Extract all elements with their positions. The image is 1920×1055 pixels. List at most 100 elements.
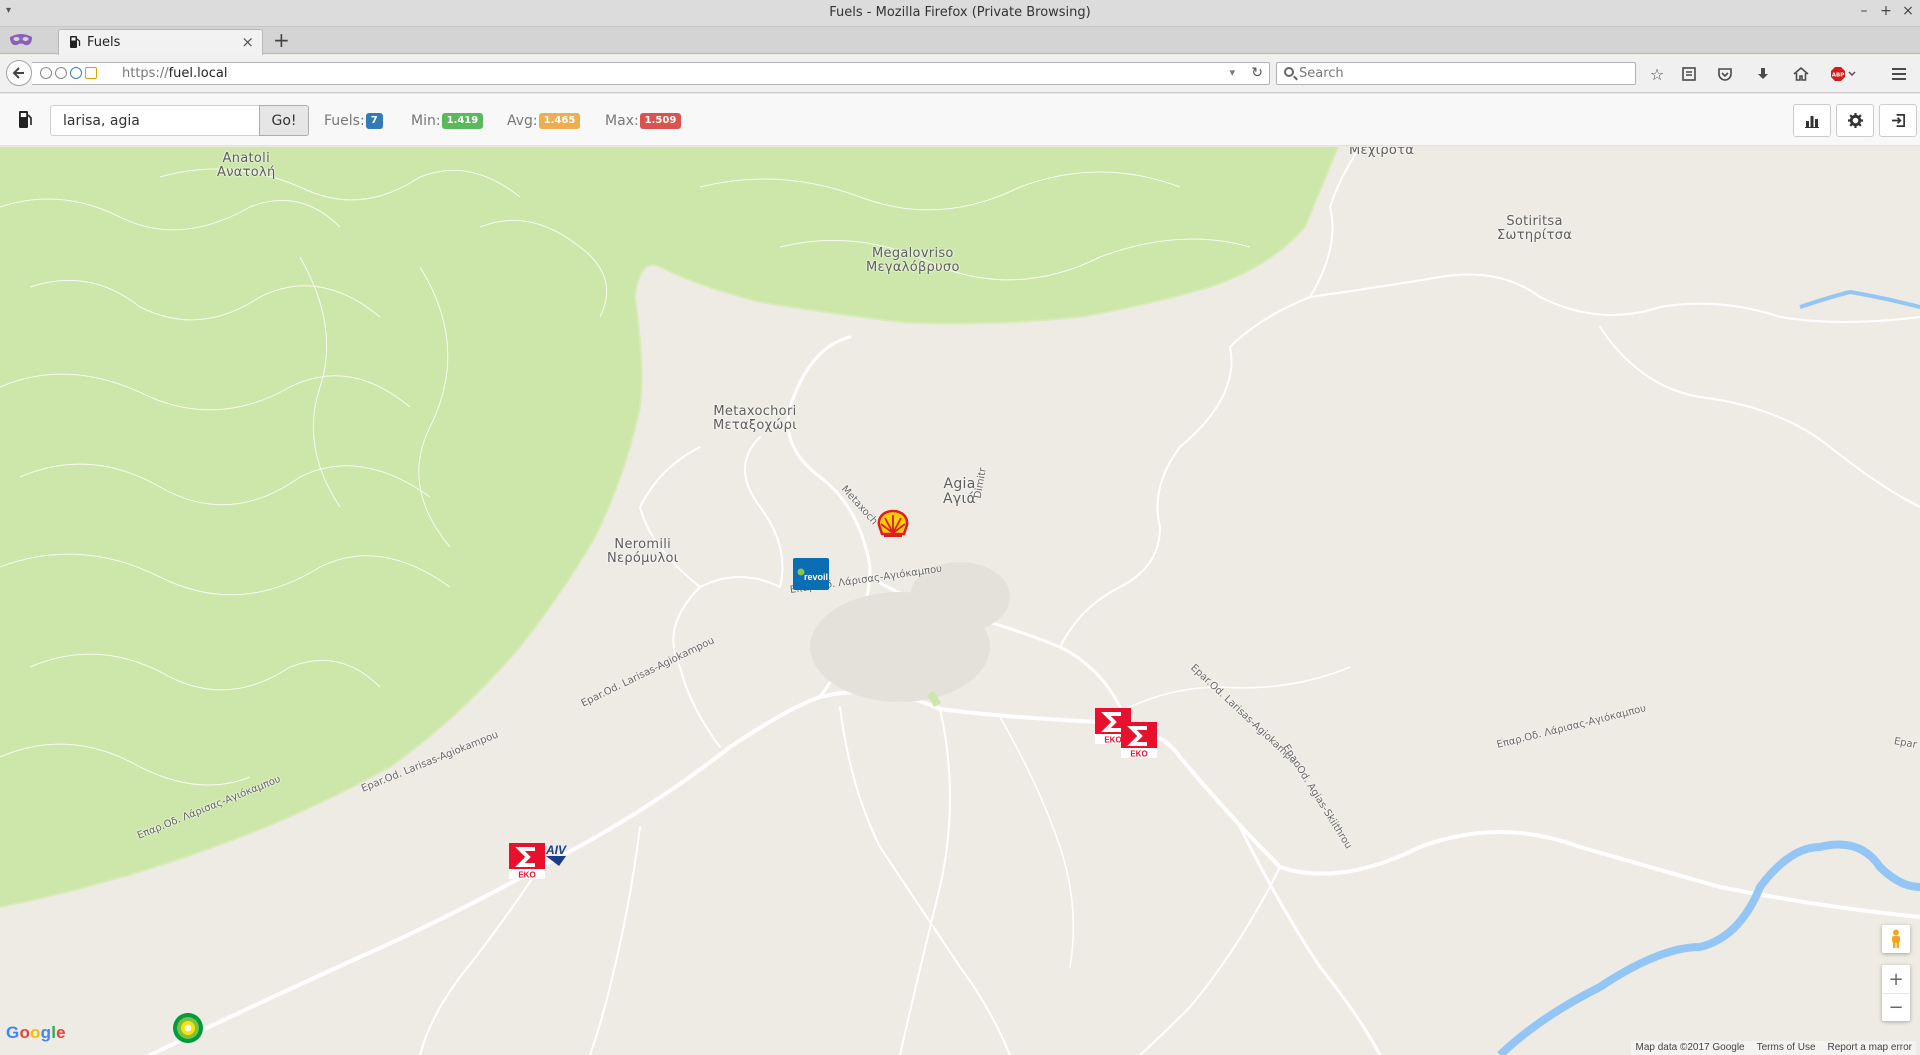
terms-of-use-link[interactable]: Terms of Use — [1757, 1041, 1816, 1055]
min-price-stat: Min: 1.419 — [411, 113, 484, 129]
minimize-icon[interactable]: – — [1856, 3, 1872, 19]
back-button[interactable] — [6, 60, 32, 86]
search-bar[interactable] — [1276, 62, 1636, 85]
avg-label: Avg: — [507, 113, 538, 129]
max-price-stat: Max: 1.509 — [605, 113, 682, 129]
info-icon[interactable] — [40, 67, 52, 79]
svg-text:ABP: ABP — [1832, 73, 1844, 79]
zoom-out-button[interactable]: − — [1882, 993, 1910, 1021]
back-arrow-icon — [12, 67, 24, 79]
place-label-mexrota: Μεχίροτα — [1349, 147, 1415, 158]
download-icon[interactable] — [1754, 65, 1772, 83]
search-input[interactable] — [1299, 65, 1619, 82]
svg-text:EKO: EKO — [518, 871, 535, 880]
avg-price-stat: Avg: 1.465 — [507, 113, 581, 129]
site-identity-icons[interactable] — [40, 67, 97, 81]
fuels-count-badge: 7 — [365, 113, 383, 129]
map-data-credit: Map data ©2017 Google — [1635, 1042, 1745, 1053]
go-button[interactable]: Go! — [259, 105, 309, 136]
lock-warning-icon[interactable] — [85, 67, 97, 79]
max-price-badge: 1.509 — [639, 113, 682, 129]
app-toolbar: Go! Fuels: 7 Min: 1.419 Avg: 1.465 Max: … — [0, 94, 1920, 146]
svg-text:revoil: revoil — [804, 572, 828, 582]
place-latin: Anatoli — [222, 151, 271, 166]
revoil-station-marker[interactable]: revoil — [793, 558, 829, 590]
sign-out-icon — [1891, 114, 1905, 127]
url-host: fuel.local — [168, 66, 228, 81]
map-attribution: Map data ©2017 Google Terms of Use Repor… — [1631, 1041, 1916, 1055]
place-label-metaxochori: Metaxochori Μεταξοχώρι — [713, 405, 797, 433]
avg-price-badge: 1.465 — [538, 113, 581, 129]
svg-text:EKO: EKO — [1104, 736, 1121, 745]
shell-station-marker[interactable] — [876, 509, 910, 539]
bar-chart-icon — [1805, 115, 1819, 128]
aiv-station-marker[interactable]: AIV — [541, 842, 571, 868]
gear-icon — [1847, 113, 1863, 128]
url-history-dropdown-icon[interactable]: ▾ — [1229, 66, 1235, 79]
tracking-protection-icon[interactable] — [55, 67, 67, 79]
place-greek: Ανατολή — [217, 165, 276, 180]
close-tab-icon[interactable]: × — [241, 33, 254, 51]
fuels-label: Fuels: — [324, 113, 365, 129]
zoom-in-button[interactable]: + — [1882, 965, 1910, 993]
pegman-icon — [1892, 929, 1900, 948]
pineios-river — [1497, 840, 1920, 1055]
new-tab-button[interactable]: + — [273, 28, 290, 52]
adblock-plus-icon[interactable]: ABP — [1830, 65, 1858, 83]
place-latin: Agia — [943, 476, 976, 492]
window-title: Fuels - Mozilla Firefox (Private Browsin… — [829, 5, 1091, 20]
report-map-error-link[interactable]: Report a map error — [1828, 1041, 1912, 1055]
url-bar[interactable]: https://fuel.local ▾ ↻ — [32, 62, 1270, 85]
place-latin: Neromili — [614, 537, 672, 552]
reload-icon[interactable]: ↻ — [1251, 65, 1263, 81]
tab-fuels[interactable]: Fuels × — [58, 29, 263, 55]
logout-button[interactable] — [1879, 104, 1917, 137]
search-icon — [1284, 67, 1294, 77]
place-label-neromili: Neromili Νερόμυλοι — [607, 538, 679, 566]
url-scheme: https:// — [122, 66, 169, 81]
min-label: Min: — [411, 113, 441, 129]
window-title-bar: ▾ Fuels - Mozilla Firefox (Private Brows… — [0, 0, 1920, 27]
place-greek: Σωτηρίτσα — [1497, 228, 1573, 243]
place-greek: Μεταξοχώρι — [713, 418, 797, 433]
svg-text:AIV: AIV — [545, 843, 567, 857]
fuels-count-stat: Fuels: 7 — [324, 113, 383, 129]
permissions-icon[interactable] — [70, 67, 82, 79]
settings-button[interactable] — [1836, 104, 1874, 137]
hamburger-menu-icon[interactable] — [1890, 65, 1908, 83]
pocket-icon[interactable] — [1716, 65, 1734, 83]
place-greek: Μεγαλόβρυσο — [866, 260, 960, 275]
tab-strip: Fuels × + — [0, 27, 1920, 55]
place-label-anatoli: Anatoli Ανατολή — [217, 152, 276, 180]
max-label: Max: — [605, 113, 639, 129]
tab-label: Fuels — [87, 35, 121, 50]
fuel-pump-favicon-icon — [70, 36, 81, 48]
google-logo[interactable]: Google — [6, 1023, 66, 1043]
reading-list-icon[interactable] — [1680, 65, 1698, 83]
place-latin: Metaxochori — [713, 404, 797, 419]
place-greek: Αγιά — [943, 491, 977, 507]
bp-station-marker[interactable] — [171, 1011, 205, 1045]
place-label-megalovriso: Megalovriso Μεγαλόβρυσο — [866, 247, 960, 275]
close-window-icon[interactable]: × — [1900, 3, 1916, 19]
eko-station-marker[interactable]: EKO — [509, 843, 545, 879]
eko-station-marker[interactable]: EKO — [1121, 722, 1157, 758]
place-greek: Νερόμυλοι — [607, 551, 679, 566]
place-label-sotiritsa: Sotiritsa Σωτηρίτσα — [1497, 215, 1572, 243]
place-latin: Megalovriso — [872, 246, 954, 261]
map-view[interactable]: Μεχίροτα Anatoli Ανατολή Sotiritsa Σωτηρ… — [0, 147, 1920, 1055]
navigation-toolbar: https://fuel.local ▾ ↻ ☆ ABP — [0, 55, 1920, 93]
place-label-agia: Agia Αγιά — [943, 477, 976, 507]
bookmark-star-icon[interactable]: ☆ — [1648, 65, 1666, 84]
svg-text:EKO: EKO — [1130, 750, 1147, 759]
statistics-button[interactable] — [1793, 104, 1831, 137]
location-search-input[interactable] — [50, 105, 260, 136]
zoom-control: + − — [1882, 965, 1910, 1021]
place-latin: Sotiritsa — [1506, 214, 1563, 229]
street-view-pegman-button[interactable] — [1882, 925, 1910, 953]
url-text[interactable]: https://fuel.local — [122, 66, 227, 81]
home-icon[interactable] — [1792, 65, 1810, 83]
fuel-pump-icon[interactable] — [18, 110, 32, 129]
maximize-icon[interactable]: + — [1878, 3, 1894, 19]
map-tiles[interactable] — [0, 147, 1920, 1055]
